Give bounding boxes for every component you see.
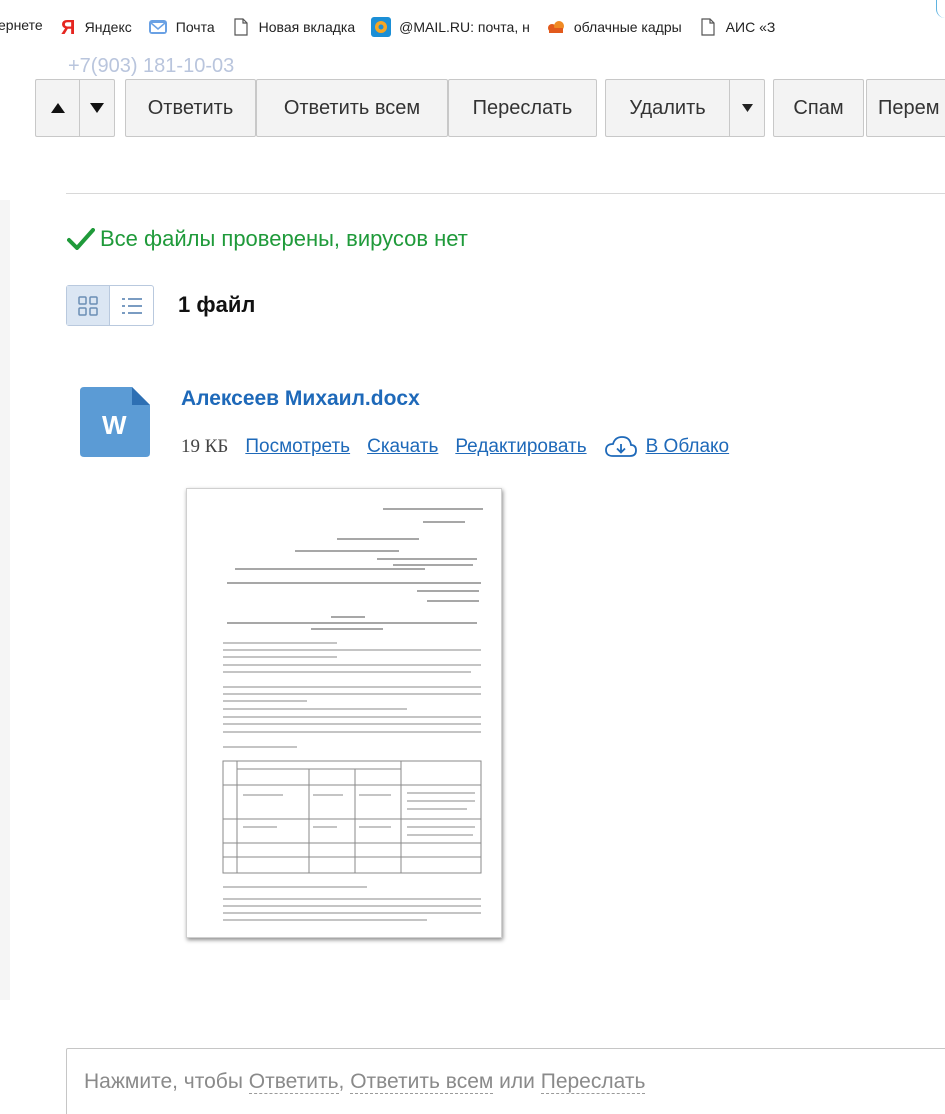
next-message-button[interactable] [79, 79, 115, 137]
grid-view-button[interactable] [67, 286, 111, 325]
save-to-cloud-label: В Облако [645, 436, 730, 457]
quick-forward-link[interactable]: Переслать [540, 1070, 646, 1094]
bookmark-label: облачные кадры [573, 19, 682, 35]
list-icon [121, 297, 142, 314]
bookmark-item-yandex[interactable]: Я Яндекс [57, 17, 132, 37]
quick-reply-box[interactable]: Нажмите, чтобы Ответить, Ответить всем и… [66, 1048, 945, 1114]
sender-phone: +7(903) 181-10-03 [68, 55, 235, 77]
delete-options-button[interactable] [729, 79, 765, 137]
cloud-staff-icon [546, 17, 566, 37]
spam-button[interactable]: Спам [773, 79, 864, 137]
message-toolbar: Ответить Ответить всем Переслать Удалить… [0, 79, 945, 138]
bookmark-label: Яндекс [84, 19, 132, 35]
view-link[interactable]: Посмотреть [245, 436, 350, 458]
reply-button[interactable]: Ответить [125, 79, 256, 137]
forward-button[interactable]: Переслать [448, 79, 597, 137]
bookmark-item-ais[interactable]: АИС «З [698, 17, 776, 37]
virus-check-status: Все файлы проверены, вирусов нет [67, 226, 468, 252]
attachment-meta: 19 КБ Посмотреть Скачать Редактировать В… [181, 436, 729, 458]
svg-text:Я: Я [61, 17, 74, 37]
bookmark-item-mailru[interactable]: @MAIL.RU: почта, н [371, 17, 530, 37]
arrow-down-icon [90, 103, 104, 113]
bookmark-label: Новая вкладка [258, 19, 356, 35]
grid-icon [78, 295, 98, 316]
mailru-icon [371, 17, 392, 37]
previous-message-button[interactable] [35, 79, 79, 137]
attachment-view-toggle [66, 285, 154, 326]
bookmark-item-mail[interactable]: Почта [148, 17, 215, 37]
quick-reply-prefix: Нажмите, чтобы [84, 1070, 249, 1093]
edit-link[interactable]: Редактировать [455, 436, 586, 458]
bookmark-item-internet[interactable]: ернете [0, 17, 43, 33]
attachment-filename-link[interactable]: Алексеев Михаил.docx [181, 387, 420, 411]
quick-reply-all-link[interactable]: Ответить всем [350, 1070, 494, 1094]
bookmarks-bar: ернете Я Яндекс Почта Новая вкладка @MAI… [0, 0, 945, 58]
quick-reply-or: или [493, 1070, 541, 1093]
list-view-button[interactable] [110, 286, 153, 325]
attachment-count: 1 файл [178, 292, 256, 317]
reply-all-button[interactable]: Ответить всем [256, 79, 448, 137]
quick-reply-separator: , [338, 1070, 351, 1093]
download-link[interactable]: Скачать [367, 436, 438, 458]
left-panel-edge [0, 200, 10, 1000]
attachment-preview-thumbnail[interactable] [186, 488, 502, 938]
bookmark-item-new-tab[interactable]: Новая вкладка [231, 17, 356, 37]
attachment-size: 19 КБ [181, 436, 229, 457]
move-button[interactable]: Перем [866, 79, 945, 137]
quick-reply-link[interactable]: Ответить [248, 1070, 339, 1094]
bookmark-label: Почта [175, 19, 215, 35]
save-to-cloud-link[interactable]: В Облако [604, 436, 730, 458]
virus-check-text: Все файлы проверены, вирусов нет [100, 226, 468, 251]
bookmark-label: ернете [0, 17, 43, 33]
cloud-upload-icon [604, 436, 637, 457]
chevron-down-icon [741, 104, 753, 112]
document-preview-image [222, 508, 483, 921]
yandex-icon: Я [57, 17, 77, 37]
bookmark-item-cloud-staff[interactable]: облачные кадры [546, 17, 682, 37]
word-doc-icon[interactable]: W [80, 387, 150, 457]
delete-button[interactable]: Удалить [605, 79, 729, 137]
page-icon [231, 17, 251, 37]
page-icon [698, 17, 718, 37]
toolbar-divider [66, 193, 945, 194]
checkmark-icon [67, 228, 95, 250]
bookmark-label: АИС «З [725, 19, 776, 35]
bookmark-label: @MAIL.RU: почта, н [399, 19, 530, 35]
quick-reply-hint: Нажмите, чтобы Ответить, Ответить всем и… [84, 1070, 646, 1094]
svg-text:W: W [102, 410, 127, 440]
mail-icon [148, 17, 168, 37]
arrow-up-icon [50, 103, 65, 113]
